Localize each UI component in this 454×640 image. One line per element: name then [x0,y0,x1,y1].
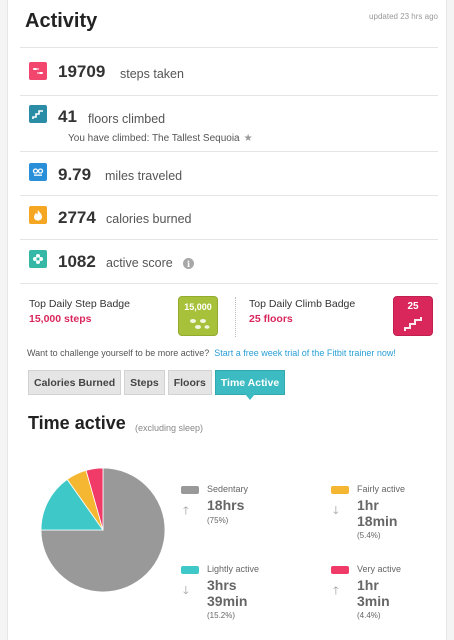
challenge-row: Want to challenge yourself to be more ac… [27,348,396,358]
updated-timestamp: updated 23 hrs ago [369,12,438,21]
stat-floors: 41 floors climbed You have climbed: The … [20,95,438,151]
legend-name: Lightly active [207,564,260,574]
footprints-icon [29,163,47,181]
challenge-text: Want to challenge yourself to be more ac… [27,348,210,358]
climb-badge-value: 25 floors [249,313,293,325]
active-score-value: 1082 [58,252,96,271]
legend-duration: 3min [357,593,390,609]
miles-label: miles traveled [105,169,183,183]
floors-value: 41 [58,107,77,126]
step-badge-value: 15,000 steps [29,313,92,325]
floors-achievement: You have climbed: The Tallest Sequoia ★ [68,133,253,144]
stat-steps: 19709 steps taken [20,47,438,95]
legend-name: Fairly active [357,484,406,494]
arrow-down-icon: 🡓 [183,585,189,597]
legend-percent: (75%) [207,516,229,525]
arrow-up-icon: 🡑 [333,585,339,597]
legend-percent: (15.2%) [207,611,236,620]
legend-swatch [331,486,349,494]
tab-calories-burned[interactable]: Calories Burned [28,370,122,395]
time-active-subtitle: (excluding sleep) [135,423,204,433]
active-score-label: active score [106,256,173,270]
legend-swatch [331,566,349,574]
arrow-down-icon: 🡓 [333,505,339,517]
legend-swatch [181,566,199,574]
legend-duration: 1hr [357,577,379,593]
activity-card: Activity updated 23 hrs ago 19709 steps … [7,0,447,640]
step-badge-title: Top Daily Step Badge [29,298,130,310]
climb-badge-icon[interactable]: 25 [393,296,433,336]
miles-value: 9.79 [58,165,92,184]
legend-percent: (5.4%) [357,531,381,540]
floors-label: floors climbed [88,112,166,126]
legend-duration: 18hrs [207,497,245,513]
steps-value: 19709 [58,62,106,81]
legend-name: Very active [357,564,402,574]
time-active-title: Time active [28,413,126,433]
info-icon[interactable]: i [183,258,194,269]
climb-badge-title: Top Daily Climb Badge [249,298,356,310]
tab-floors[interactable]: Floors [167,370,212,395]
flame-icon [29,206,47,224]
steps-icon [29,62,47,80]
floors-achievement-text: You have climbed: The Tallest Sequoia [68,133,240,144]
chart-tabs: Calories Burned Steps Floors Time Active [28,370,288,400]
step-badge-icon[interactable]: 15,000 [178,296,218,336]
legend-name: Sedentary [207,484,249,494]
climb-badge-text: 25 [407,301,419,312]
flower-icon [29,250,47,268]
stat-miles: 9.79 miles traveled [20,151,438,195]
badge-divider [235,297,236,337]
legend-duration: 18min [357,513,398,529]
arrow-up-icon: 🡑 [183,505,189,517]
step-badge-text: 15,000 [184,302,212,312]
legend-percent: (4.4%) [357,611,381,620]
tab-steps[interactable]: Steps [124,370,165,395]
badges-row: Top Daily Step Badge 15,000 steps 15,000… [20,283,438,338]
stairs-icon [29,105,47,123]
star-icon: ★ [243,133,253,144]
time-active-pie-chart [40,467,166,593]
tab-time-active[interactable]: Time Active [214,370,286,400]
trainer-trial-link[interactable]: Start a free week trial of the Fitbit tr… [214,348,396,358]
legend-duration: 3hrs [207,577,237,593]
legend-duration: 1hr [357,497,379,513]
calories-label: calories burned [106,212,192,226]
stat-calories: 2774 calories burned [20,195,438,239]
stat-active-score: 1082 active score i [20,239,438,283]
calories-value: 2774 [58,208,96,227]
legend-swatch [181,486,199,494]
page-title: Activity [25,10,98,32]
legend-duration: 39min [207,593,248,609]
steps-label: steps taken [120,67,184,81]
